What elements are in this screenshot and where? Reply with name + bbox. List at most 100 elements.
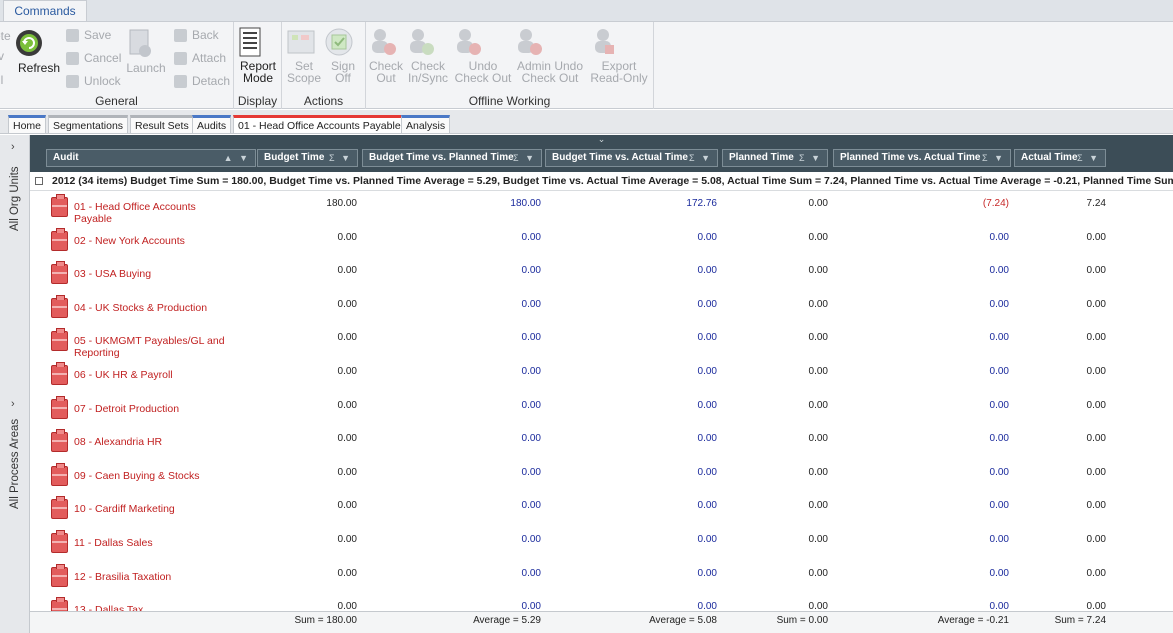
export-read-only-button[interactable]: Export Read-Only bbox=[588, 27, 650, 84]
budget-vs-planned-cell: 0.00 bbox=[521, 466, 541, 478]
unlock-button[interactable]: Unlock bbox=[66, 72, 121, 90]
filter-icon[interactable]: Σ ▼ bbox=[513, 150, 536, 166]
budget-vs-actual-cell: 0.00 bbox=[697, 601, 717, 611]
chevron-right-icon[interactable]: › bbox=[11, 141, 15, 153]
audit-name-link[interactable]: 12 - Brasilia Taxation bbox=[74, 571, 234, 583]
save-button[interactable]: Save bbox=[66, 26, 111, 44]
filter-icon[interactable]: Σ ▼ bbox=[982, 150, 1005, 166]
attach-button[interactable]: Attach bbox=[174, 49, 226, 67]
back-icon bbox=[174, 29, 187, 42]
report-mode-button[interactable]: Report Mode bbox=[237, 27, 279, 84]
budget-vs-planned-cell: 0.00 bbox=[521, 231, 541, 243]
table-row[interactable]: 08 - Alexandria HR 0.00 0.00 0.00 0.00 0.00 0.… bbox=[30, 426, 1173, 460]
undo-check-out-button[interactable]: Undo Check Out bbox=[453, 27, 513, 84]
audit-name-link[interactable]: 07 - Detroit Production bbox=[74, 403, 234, 415]
audit-name-link[interactable]: 03 - USA Buying bbox=[74, 268, 234, 280]
budget-vs-planned-cell: 0.00 bbox=[521, 567, 541, 579]
column-planned-time[interactable]: Planned Time Σ ▼ bbox=[722, 149, 828, 167]
chevron-down-icon[interactable]: ⌄ bbox=[598, 134, 606, 144]
chevron-right-icon[interactable]: › bbox=[11, 398, 15, 410]
set-scope-button[interactable]: Set Scope bbox=[286, 27, 322, 84]
column-budget-vs-planned[interactable]: Budget Time vs. Planned Time Σ ▼ bbox=[362, 149, 542, 167]
refresh-button[interactable]: Refresh bbox=[14, 27, 64, 74]
footer-bvp-average: Average = 5.29 bbox=[473, 615, 541, 626]
planned-time-cell: 0.00 bbox=[808, 500, 828, 512]
budget-vs-actual-cell: 0.00 bbox=[697, 466, 717, 478]
audit-name-link[interactable]: 05 - UKMGMT Payables/GL and Reporting bbox=[74, 335, 234, 359]
group-row-2012[interactable]: 2012 (34 items) Budget Time Sum = 180.00… bbox=[30, 172, 1173, 191]
filter-icon[interactable]: Σ ▼ bbox=[329, 150, 352, 166]
column-budget-time[interactable]: Budget Time Σ ▼ bbox=[257, 149, 358, 167]
back-label: Back bbox=[192, 28, 219, 42]
planned-time-cell: 0.00 bbox=[808, 265, 828, 277]
table-row[interactable]: 03 - USA Buying 0.00 0.00 0.00 0.00 0.00 0.00 bbox=[30, 258, 1173, 292]
audit-name-link[interactable]: 04 - UK Stocks & Production bbox=[74, 302, 234, 314]
launch-button[interactable]: Launch bbox=[125, 27, 167, 74]
column-audit-label: Audit bbox=[53, 152, 79, 163]
tab-home[interactable]: Home bbox=[8, 115, 47, 134]
column-audit[interactable]: Audit ▲ ▼ bbox=[46, 149, 256, 167]
cut-label-2: v bbox=[0, 49, 4, 63]
sign-off-button[interactable]: Sign Off bbox=[324, 27, 362, 84]
audit-briefcase-icon bbox=[51, 261, 68, 285]
detach-button[interactable]: Detach bbox=[174, 72, 230, 90]
tab-segmentations[interactable]: Segmentations bbox=[48, 115, 129, 134]
table-row[interactable]: 12 - Brasilia Taxation 0.00 0.00 0.00 0.00 0.… bbox=[30, 561, 1173, 595]
planned-time-cell: 0.00 bbox=[808, 567, 828, 579]
audit-briefcase-icon bbox=[51, 530, 68, 553]
audit-name-link[interactable]: 13 - Dallas Tax bbox=[74, 604, 234, 611]
planned-vs-actual-cell: 0.00 bbox=[989, 534, 1009, 545]
tab-audits[interactable]: Audits bbox=[192, 115, 232, 134]
all-org-units-label[interactable]: All Org Units bbox=[9, 166, 21, 231]
check-in-sync-button[interactable]: Check In/Sync bbox=[406, 27, 450, 84]
tab-analysis[interactable]: Analysis bbox=[401, 115, 451, 134]
budget-vs-actual-cell: 0.00 bbox=[697, 433, 717, 445]
check-in-icon bbox=[406, 27, 450, 57]
all-process-areas-label[interactable]: All Process Areas bbox=[9, 419, 21, 509]
admin-undo-label-2: Check Out bbox=[521, 71, 579, 85]
table-row[interactable]: 07 - Detroit Production 0.00 0.00 0.00 0.00 0… bbox=[30, 393, 1173, 427]
collapse-toggle[interactable] bbox=[35, 177, 43, 185]
table-row[interactable]: 11 - Dallas Sales 0.00 0.00 0.00 0.00 0.00 0.0… bbox=[30, 527, 1173, 561]
tab-head-office-accounts-payable[interactable]: 01 - Head Office Accounts Payable bbox=[233, 115, 406, 134]
tab-commands[interactable]: Commands bbox=[3, 0, 87, 22]
table-row[interactable]: 02 - New York Accounts 0.00 0.00 0.00 0.00 0.… bbox=[30, 225, 1173, 259]
budget-vs-actual-cell: 0.00 bbox=[697, 399, 717, 411]
back-button[interactable]: Back bbox=[174, 26, 219, 44]
column-planned-vs-actual[interactable]: Planned Time vs. Actual Time Σ ▼ bbox=[833, 149, 1011, 167]
table-row[interactable]: 01 - Head Office Accounts Payable 180.00 1… bbox=[30, 191, 1173, 225]
audit-name-link[interactable]: 01 - Head Office Accounts Payable bbox=[74, 201, 234, 225]
audit-name-link[interactable]: 06 - UK HR & Payroll bbox=[74, 369, 234, 381]
detach-label: Detach bbox=[192, 74, 231, 88]
filter-icon[interactable]: Σ ▼ bbox=[689, 150, 712, 166]
group-label-display: Display bbox=[237, 94, 278, 108]
set-scope-label-2: Scope bbox=[286, 71, 322, 85]
audit-briefcase-icon bbox=[51, 294, 68, 318]
table-row[interactable]: 09 - Caen Buying & Stocks 0.00 0.00 0.00 0.0… bbox=[30, 460, 1173, 494]
cancel-button[interactable]: Cancel bbox=[66, 49, 121, 67]
audit-name-link[interactable]: 09 - Caen Buying & Stocks bbox=[74, 470, 234, 482]
table-row[interactable]: 04 - UK Stocks & Production 0.00 0.00 0.00 0… bbox=[30, 292, 1173, 326]
actual-time-cell: 0.00 bbox=[1086, 366, 1106, 377]
column-actual-time[interactable]: Actual Time Σ ▼ bbox=[1014, 149, 1106, 167]
sort-filter-icon[interactable]: ▲ ▼ bbox=[224, 150, 250, 166]
table-row[interactable]: 05 - UKMGMT Payables/GL and Reporting 0.0… bbox=[30, 325, 1173, 359]
group-display: Report Mode Display bbox=[234, 22, 282, 109]
table-row[interactable]: 06 - UK HR & Payroll 0.00 0.00 0.00 0.00 0.00… bbox=[30, 359, 1173, 393]
column-budget-vs-actual[interactable]: Budget Time vs. Actual Time Σ ▼ bbox=[545, 149, 718, 167]
check-out-button[interactable]: Check Out bbox=[368, 27, 404, 84]
table-row[interactable]: 10 - Cardiff Marketing 0.00 0.00 0.00 0.00 0.… bbox=[30, 493, 1173, 527]
audit-name-link[interactable]: 02 - New York Accounts bbox=[74, 235, 234, 247]
budget-time-cell: 0.00 bbox=[337, 601, 357, 611]
table-row[interactable]: 13 - Dallas Tax 0.00 0.00 0.00 0.00 0.00 0.00 bbox=[30, 594, 1173, 611]
actual-time-cell: 0.00 bbox=[1086, 534, 1106, 545]
tab-result-sets[interactable]: Result Sets bbox=[130, 115, 194, 134]
audit-name-link[interactable]: 11 - Dallas Sales bbox=[74, 537, 234, 549]
audit-name-link[interactable]: 10 - Cardiff Marketing bbox=[74, 503, 234, 515]
audit-name-link[interactable]: 08 - Alexandria HR bbox=[74, 436, 234, 448]
admin-undo-check-out-button[interactable]: Admin Undo Check Out bbox=[514, 27, 586, 84]
grid-collapse-bar[interactable]: ⌄ bbox=[30, 135, 1173, 144]
filter-icon[interactable]: Σ ▼ bbox=[1077, 150, 1100, 166]
budget-time-cell: 0.00 bbox=[337, 231, 357, 243]
filter-icon[interactable]: Σ ▼ bbox=[799, 150, 822, 166]
